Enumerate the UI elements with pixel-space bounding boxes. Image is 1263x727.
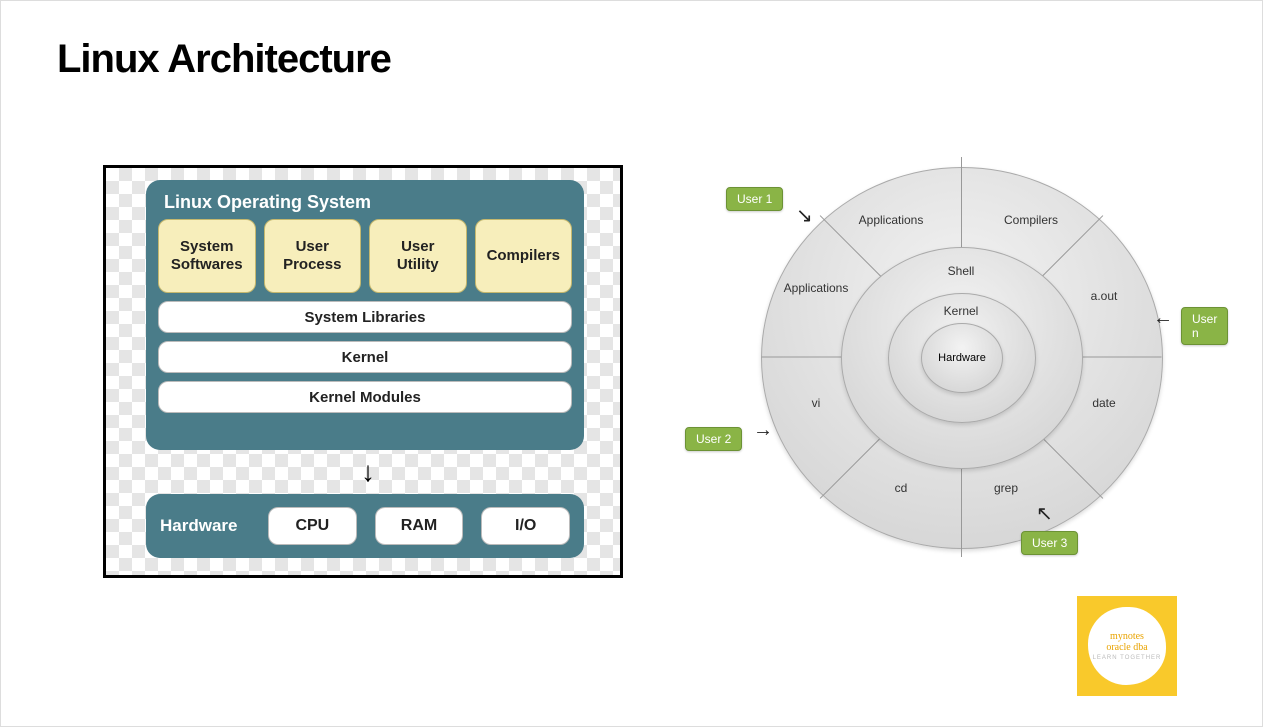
hardware-panel: Hardware CPU RAM I/O bbox=[146, 494, 584, 558]
user-2-tag: User 2 bbox=[685, 427, 742, 451]
kernel-label: Kernel bbox=[921, 304, 1001, 318]
top-box-row: SystemSoftwares UserProcess UserUtility … bbox=[146, 219, 584, 293]
box-kernel: Kernel bbox=[158, 341, 572, 373]
logo-sub: LEARN TOGETHER bbox=[1093, 655, 1162, 662]
shell-label: Shell bbox=[921, 264, 1001, 278]
logo-line2: oracle dba bbox=[1106, 642, 1147, 653]
os-panel: Linux Operating System SystemSoftwares U… bbox=[146, 180, 584, 450]
box-system-libraries: System Libraries bbox=[158, 301, 572, 333]
box-io: I/O bbox=[481, 507, 570, 545]
arrow-icon: ↖ bbox=[1036, 501, 1053, 526]
box-system-softwares: SystemSoftwares bbox=[158, 219, 256, 293]
logo-inner: mynotes oracle dba LEARN TOGETHER bbox=[1088, 607, 1166, 685]
hardware-ring: Hardware bbox=[921, 323, 1003, 393]
os-panel-title: Linux Operating System bbox=[146, 180, 584, 219]
logo-line1: mynotes bbox=[1110, 631, 1144, 642]
box-user-process: UserProcess bbox=[264, 219, 362, 293]
seg-date: date bbox=[1069, 396, 1139, 410]
seg-applications-top: Applications bbox=[846, 213, 936, 227]
box-cpu: CPU bbox=[268, 507, 357, 545]
seg-grep: grep bbox=[971, 481, 1041, 495]
box-ram: RAM bbox=[375, 507, 464, 545]
user-3-tag: User 3 bbox=[1021, 531, 1078, 555]
seg-applications-left: Applications bbox=[771, 281, 861, 295]
slide: Linux Architecture Linux Operating Syste… bbox=[0, 0, 1263, 727]
box-kernel-modules: Kernel Modules bbox=[158, 381, 572, 413]
box-compilers: Compilers bbox=[475, 219, 573, 293]
seg-aout: a.out bbox=[1069, 289, 1139, 303]
hardware-label: Hardware bbox=[160, 516, 250, 536]
seg-vi: vi bbox=[786, 396, 846, 410]
seg-cd: cd bbox=[866, 481, 936, 495]
arrow-down-icon: ↓ bbox=[361, 456, 375, 488]
right-diagram: Hardware Kernel Shell Applications Compi… bbox=[641, 161, 1201, 581]
arrow-icon: ↘ bbox=[796, 203, 813, 228]
seg-compilers: Compilers bbox=[986, 213, 1076, 227]
arrow-icon: → bbox=[753, 419, 773, 442]
user-n-tag: User n bbox=[1181, 307, 1228, 345]
arrow-icon: ← bbox=[1153, 307, 1173, 330]
user-1-tag: User 1 bbox=[726, 187, 783, 211]
page-title: Linux Architecture bbox=[57, 37, 391, 82]
logo-badge: mynotes oracle dba LEARN TOGETHER bbox=[1077, 596, 1177, 696]
left-diagram: Linux Operating System SystemSoftwares U… bbox=[103, 165, 623, 578]
box-user-utility: UserUtility bbox=[369, 219, 467, 293]
